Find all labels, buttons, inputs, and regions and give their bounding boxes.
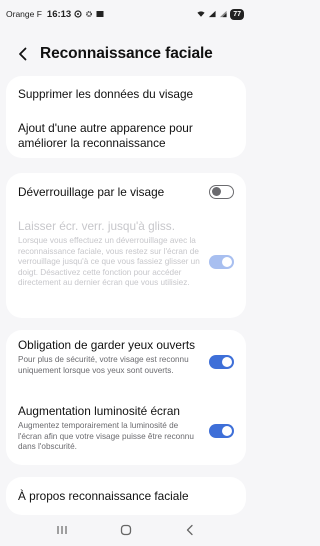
card-security-options: Obligation de garder yeux ouverts Pour p… [6,330,246,465]
about-face-recognition-item[interactable]: À propos reconnaissance faciale [18,489,234,504]
carrier-label: Orange F [6,9,42,19]
brightness-title: Augmentation luminosité écran [18,404,180,418]
toggle-knob [211,186,221,197]
card-face-unlock: Déverrouillage par le visage Laisser écr… [6,173,246,318]
chevron-left-icon [19,47,27,61]
page-title: Reconnaissance faciale [40,45,213,62]
home-button[interactable] [111,515,141,545]
header: Reconnaissance faciale [0,38,252,70]
back-nav-button[interactable] [175,515,205,545]
back-nav-icon [186,524,193,536]
signal-icon-1 [208,10,216,18]
status-bar: Orange F 16:13 77 [0,0,252,28]
face-unlock-toggle[interactable] [209,185,234,199]
toggle-knob [222,257,232,267]
add-appearance-label: Ajout d'une autre apparence pour amélior… [18,121,193,150]
delete-face-data-item[interactable]: Supprimer les données du visage [18,87,234,102]
settings-gear-icon [85,10,93,18]
signal-icon-2 [219,10,227,18]
wifi-icon [197,10,205,18]
toggle-knob [222,357,232,367]
stay-on-lock-item: Laisser écr. verr. jusqu'à gliss. Lorsqu… [18,219,202,289]
eyes-open-desc: Pour plus de sécurité, votre visage est … [18,355,189,375]
delete-face-data-label: Supprimer les données du visage [18,87,194,101]
brightness-toggle[interactable] [209,424,234,438]
clock: 16:13 [46,8,72,20]
face-unlock-label: Déverrouillage par le visage [18,185,165,199]
card-about: À propos reconnaissance faciale [6,477,246,515]
gallery-icon [96,10,104,18]
battery-indicator: 77 [230,8,244,20]
about-face-recognition-label: À propos reconnaissance faciale [18,489,189,503]
stay-on-lock-title: Laisser écr. verr. jusqu'à gliss. [18,219,175,233]
eyes-open-item[interactable]: Obligation de garder yeux ouverts Pour p… [18,338,202,376]
eyes-open-toggle[interactable] [209,355,234,369]
back-button[interactable] [8,39,38,69]
face-unlock-item[interactable]: Déverrouillage par le visage [18,185,202,200]
recent-apps-icon [57,526,67,534]
home-icon [120,524,132,536]
system-navigation-bar [0,514,252,546]
brightness-desc: Augmentez temporairement la luminosité d… [18,421,194,451]
stay-on-lock-toggle [209,255,234,269]
notification-icon [74,10,82,18]
recent-apps-button[interactable] [47,515,77,545]
toggle-knob [222,426,232,436]
stay-on-lock-desc: Lorsque vous effectuez un déverrouillage… [18,236,200,287]
card-face-data: Supprimer les données du visage Ajout d'… [6,76,246,158]
eyes-open-title: Obligation de garder yeux ouverts [18,338,196,352]
brightness-item[interactable]: Augmentation luminosité écran Augmentez … [18,404,202,453]
add-appearance-item[interactable]: Ajout d'une autre apparence pour amélior… [18,121,234,151]
